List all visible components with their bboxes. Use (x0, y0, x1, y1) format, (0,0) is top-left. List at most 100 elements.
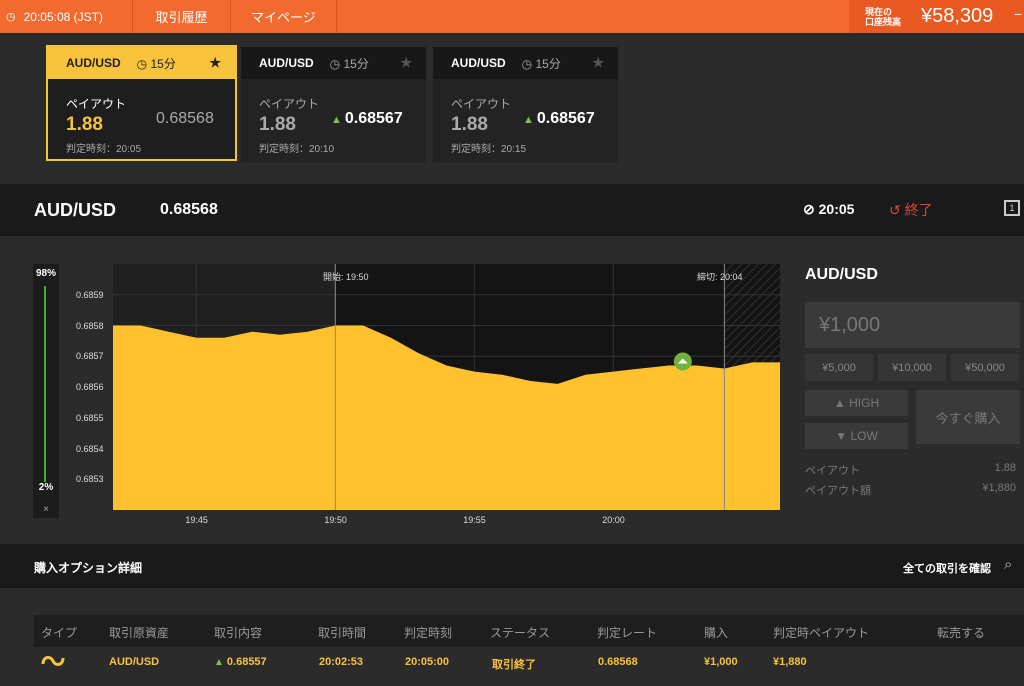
card-header: AUD/USD ◷ 15分 ★ (433, 47, 618, 79)
y-tick-label: 0.6855 (76, 412, 104, 423)
card-duration: ◷ 15分 (329, 56, 369, 71)
th-content: 取引内容 (214, 626, 263, 640)
trade-panel: AUD/USD ¥1,000 ¥5,000 ¥10,000 ¥50,000 ▲ … (805, 266, 1020, 497)
top-bar: ◷ 20:05:08 (JST) 取引履歴 マイページ 現在の 口座残高 ¥58… (0, 0, 1024, 33)
price-chart (113, 264, 780, 510)
card-payout-label: ペイアウト (66, 97, 127, 111)
th-asset: 取引原資産 (109, 626, 170, 640)
asset-header: AUD/USD 0.68568 ⊘ 20:05 ↺ 終了 1 (0, 184, 1024, 236)
preset-5000[interactable]: ¥5,000 (805, 354, 873, 381)
th-resell: 転売する (937, 626, 986, 640)
preset-10000[interactable]: ¥10,000 (878, 354, 946, 381)
close-label: 締切: 20:04 (697, 272, 743, 282)
card-payout-label: ペイアウト (451, 97, 512, 111)
card-duration: ◷ 15分 (136, 56, 176, 71)
th-type: タイプ (41, 626, 78, 640)
card-judge-time: 判定時刻：20:05 (66, 144, 142, 155)
card-payout: 1.88 (259, 114, 296, 135)
chart-svg (113, 264, 780, 510)
card-asset: AUD/USD (451, 56, 506, 70)
purchase-details-header: 購入オプション詳細 全ての取引を確認 ⌕ (0, 544, 1024, 588)
table-header: タイプ 取引原資産 取引内容 取引時間 判定時刻 ステータス 判定レート 購入 … (34, 615, 1024, 647)
asset-card-1[interactable]: AUD/USD ◷ 15分 ★ ペイアウト 1.88 0.68568 判定時刻：… (46, 45, 237, 161)
card-rate: 0.68568 (156, 110, 214, 127)
expand-icon[interactable]: 1 (1004, 200, 1020, 216)
payout-row: ペイアウト 1.88 (805, 462, 1016, 477)
y-tick-label: 0.6856 (76, 382, 104, 392)
sentiment-bar (44, 286, 46, 482)
amount-input[interactable]: ¥1,000 (805, 302, 1020, 348)
deadline: ⊘ 20:05 (803, 201, 855, 217)
y-tick-label: 0.6857 (76, 351, 104, 362)
no-entry-icon: ⊘ (803, 201, 815, 217)
card-judge-time: 判定時刻：20:10 (259, 144, 335, 155)
sentiment-high: 98% (35, 268, 56, 279)
card-asset: AUD/USD (66, 56, 121, 70)
card-duration: ◷ 15分 (521, 56, 561, 71)
x-tick-label: 20:00 (602, 515, 625, 525)
payout-amount-row: ペイアウト額 ¥1,880 (805, 482, 1016, 497)
row-payout: ¥1,880 (773, 656, 807, 668)
favorite-star-icon[interactable]: ★ (592, 55, 604, 71)
y-tick-label: 0.6854 (76, 443, 104, 454)
up-arrow-icon: ▲ (331, 114, 342, 126)
search-icon[interactable]: ⌕ (1004, 556, 1012, 573)
th-judge: 判定時刻 (404, 626, 453, 640)
balance-label: 現在の 口座残高 (865, 6, 902, 27)
card-payout-label: ペイアウト (259, 97, 320, 111)
card-judge-time: 判定時刻：20:15 (451, 144, 527, 155)
th-purchase: 購入 (704, 626, 729, 640)
up-arrow-icon: ▲ (523, 114, 534, 126)
y-tick-label: 0.6859 (76, 289, 104, 300)
high-button[interactable]: ▲ HIGH (805, 390, 908, 416)
buy-now-button[interactable]: 今すぐ購入 (916, 390, 1020, 444)
down-arrow-icon: ▼ (835, 429, 851, 443)
row-time: 20:02:53 (319, 656, 364, 668)
th-time: 取引時間 (318, 626, 367, 640)
th-status: ステータス (490, 626, 551, 640)
status-ended: ↺ 終了 (889, 202, 933, 218)
row-asset: AUD/USD (109, 656, 160, 668)
favorite-star-icon[interactable]: ★ (209, 55, 221, 71)
balance-value: ¥58,309 (921, 5, 994, 27)
asset-card-3[interactable]: AUD/USD ◷ 15分 ★ ペイアウト 1.88 ▲ 0.68567 判定時刻… (433, 47, 618, 163)
trade-asset: AUD/USD (805, 266, 878, 283)
all-trades-link[interactable]: 全ての取引を確認 (903, 560, 991, 576)
asset-name: AUD/USD (34, 200, 117, 220)
hl-type-icon (40, 652, 66, 675)
card-rate: ▲ 0.68567 (523, 110, 595, 127)
nav-trade-history[interactable]: 取引履歴 (133, 0, 231, 33)
close-icon[interactable]: × (33, 504, 59, 515)
details-title: 購入オプション詳細 (34, 561, 143, 575)
row-content: ▲ 0.68557 (214, 656, 267, 668)
up-arrow-icon: ▲ (833, 396, 850, 410)
row-purchase: ¥1,000 (704, 656, 738, 668)
card-asset: AUD/USD (259, 56, 314, 70)
low-button[interactable]: ▼ LOW (805, 423, 908, 449)
start-label: 開始: 19:50 (323, 272, 369, 282)
card-header: AUD/USD ◷ 15分 ★ (48, 47, 235, 79)
menu-toggle-icon[interactable]: − (1014, 6, 1024, 26)
amount-presets: ¥5,000 ¥10,000 ¥50,000 (805, 354, 1019, 381)
history-icon: ↺ (889, 202, 901, 218)
nav-my-page[interactable]: マイページ (231, 0, 337, 33)
y-tick-label: 0.6853 (76, 474, 104, 485)
row-judge: 20:05:00 (405, 656, 450, 668)
clock-time: 20:05:08 (JST) (23, 9, 103, 24)
favorite-star-icon[interactable]: ★ (400, 55, 412, 71)
y-tick-label: 0.6858 (76, 320, 104, 331)
asset-card-2[interactable]: AUD/USD ◷ 15分 ★ ペイアウト 1.88 ▲ 0.68567 判定時刻… (241, 47, 426, 163)
clock-icon: ◷ (6, 11, 16, 23)
card-header: AUD/USD ◷ 15分 ★ (241, 47, 426, 79)
x-tick-label: 19:45 (185, 515, 208, 525)
card-payout: 1.88 (66, 114, 103, 135)
asset-price: 0.68568 (160, 201, 218, 218)
th-rate: 判定レート (597, 626, 658, 640)
clock: ◷ 20:05:08 (JST) (0, 0, 133, 33)
x-tick-label: 19:55 (463, 515, 486, 525)
row-status: 取引終了 (492, 659, 536, 671)
sentiment-low: 2% (38, 482, 54, 493)
preset-50000[interactable]: ¥50,000 (951, 354, 1019, 381)
up-arrow-icon: ▲ (214, 657, 224, 668)
account-balance: 現在の 口座残高 ¥58,309 − (849, 0, 1024, 33)
